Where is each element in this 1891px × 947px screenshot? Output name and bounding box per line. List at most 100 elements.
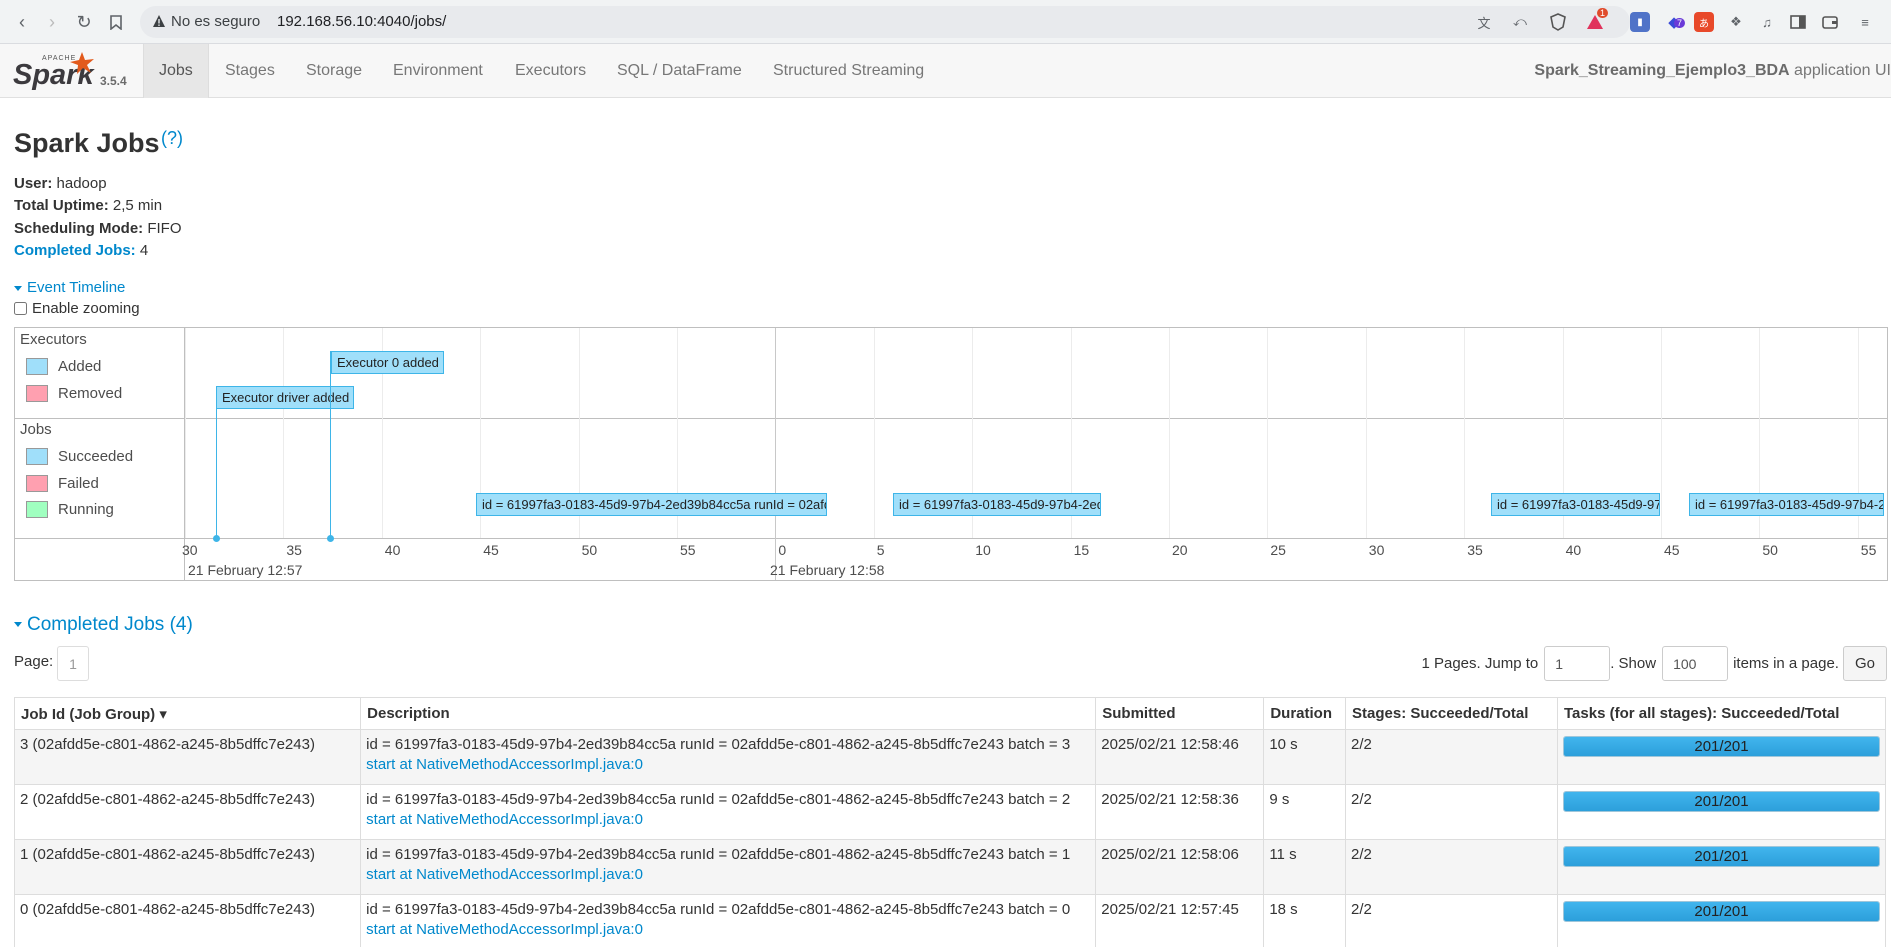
completed-jobs-table: Job Id (Job Group) ▾ Description Submitt… (13, 697, 1886, 947)
brave-shield-icon[interactable] (1548, 12, 1568, 32)
extensions-puzzle-icon[interactable]: ❖ (1726, 12, 1746, 32)
page-number-button[interactable]: 1 (57, 646, 89, 681)
table-row[interactable]: 2 (02afdd5e-c801-4862-a245-8b5dffc7e243)… (13, 784, 1886, 840)
sidebar-icon[interactable] (1788, 12, 1808, 32)
jobs-group-label: Jobs (20, 421, 52, 438)
job-event-2[interactable]: id = 61997fa3-0183-45d9-97 (1491, 493, 1660, 516)
pagination-controls: 1 Pages. Jump to . Show items in a page.… (1421, 646, 1887, 681)
executor-driver-added-event[interactable]: Executor driver added (216, 386, 354, 409)
description-cell: id = 61997fa3-0183-45d9-97b4-2ed39b84cc5… (360, 729, 1097, 785)
jump-to-page-input[interactable] (1544, 646, 1611, 681)
col-stages[interactable]: Stages: Succeeded/Total (1345, 697, 1558, 730)
job-detail-link[interactable]: start at NativeMethodAccessorImpl.java:0 (366, 866, 1090, 883)
browser-toolbar: ‹ › ↻ No es seguro 192.168.56.10:4040/jo… (0, 0, 1891, 44)
url-text[interactable]: 192.168.56.10:4040/jobs/ (277, 13, 446, 30)
completed-jobs-link[interactable]: Completed Jobs: (14, 242, 136, 259)
event-timeline-toggle[interactable]: Event Timeline (14, 279, 125, 296)
col-duration[interactable]: Duration (1263, 697, 1346, 730)
enable-zooming[interactable]: Enable zooming (14, 300, 140, 317)
axis-tick-label: 40 (384, 542, 401, 558)
legend-failed-swatch (26, 475, 48, 492)
legend-running-swatch (26, 501, 48, 518)
tab-sql-dataframe[interactable]: SQL / DataFrame (602, 44, 757, 98)
share-icon[interactable]: ⤺ (1510, 12, 1530, 32)
menu-icon[interactable]: ≡ (1855, 12, 1875, 32)
enable-zooming-checkbox[interactable] (14, 302, 27, 315)
stages-cell: 2/2 (1345, 894, 1558, 947)
tab-environment[interactable]: Environment (378, 44, 498, 98)
timeline-canvas[interactable]: Executor driver added Executor 0 added i… (182, 328, 1887, 580)
col-tasks[interactable]: Tasks (for all stages): Succeeded/Total (1557, 697, 1886, 730)
axis-major-label: 21 February 12:58 (770, 562, 885, 578)
job-id-cell: 3 (02afdd5e-c801-4862-a245-8b5dffc7e243) (13, 729, 362, 785)
executor-0-added-event[interactable]: Executor 0 added (331, 351, 444, 374)
col-job-id[interactable]: Job Id (Job Group) ▾ (13, 697, 362, 730)
tab-stages[interactable]: Stages (210, 44, 290, 98)
security-label[interactable]: No es seguro (171, 13, 260, 30)
col-description[interactable]: Description (360, 697, 1097, 730)
table-row[interactable]: 3 (02afdd5e-c801-4862-a245-8b5dffc7e243)… (13, 729, 1886, 785)
extension-translate-icon[interactable]: あ (1694, 12, 1714, 32)
uptime-info: Total Uptime: 2,5 min (14, 197, 163, 214)
job-description: id = 61997fa3-0183-45d9-97b4-2ed39b84cc5… (366, 791, 1071, 808)
tab-storage[interactable]: Storage (291, 44, 377, 98)
event-timeline[interactable]: Executors Added Removed Jobs Succeeded F… (14, 327, 1888, 581)
grid-line (283, 328, 285, 538)
table-header-row: Job Id (Job Group) ▾ Description Submitt… (13, 697, 1886, 730)
grid-line (1267, 328, 1269, 538)
tasks-progress-bar: 201/201 (1563, 791, 1880, 812)
address-bar[interactable]: No es seguro 192.168.56.10:4040/jobs/ (140, 6, 1630, 38)
job-event-1[interactable]: id = 61997fa3-0183-45d9-97b4-2ed (893, 493, 1101, 516)
completed-jobs-toggle[interactable]: Completed Jobs (4) (14, 614, 193, 636)
col-submitted[interactable]: Submitted (1095, 697, 1265, 730)
description-cell: id = 61997fa3-0183-45d9-97b4-2ed39b84cc5… (360, 894, 1097, 947)
axis-tick-label: 35 (286, 542, 302, 558)
back-icon[interactable]: ‹ (10, 10, 34, 34)
axis-tick-label: 55 (680, 542, 696, 558)
bookmark-icon[interactable] (104, 10, 128, 34)
tab-jobs[interactable]: Jobs (143, 44, 209, 98)
table-row[interactable]: 1 (02afdd5e-c801-4862-a245-8b5dffc7e243)… (13, 839, 1886, 895)
tasks-cell: 201/201 (1557, 729, 1886, 785)
tasks-progress-bar: 201/201 (1563, 901, 1880, 922)
go-button[interactable]: Go (1842, 646, 1887, 681)
tasks-cell: 201/201 (1557, 839, 1886, 895)
job-event-0[interactable]: id = 61997fa3-0183-45d9-97b4-2ed39b84cc5… (476, 493, 827, 516)
job-detail-link[interactable]: start at NativeMethodAccessorImpl.java:0 (366, 811, 1090, 828)
legend-removed-swatch (26, 385, 48, 402)
executor-driver-dot (213, 535, 220, 542)
wallet-icon[interactable] (1820, 12, 1840, 32)
tasks-cell: 201/201 (1557, 784, 1886, 840)
job-id-cell: 0 (02afdd5e-c801-4862-a245-8b5dffc7e243) (13, 894, 362, 947)
rewards-icon[interactable]: 1 (1585, 8, 1609, 32)
user-info: User: hadoop (14, 175, 107, 192)
executors-group-label: Executors (20, 331, 87, 348)
tab-executors[interactable]: Executors (500, 44, 601, 98)
job-detail-link[interactable]: start at NativeMethodAccessorImpl.java:0 (366, 756, 1090, 773)
extension-graduation-icon[interactable]: ◆ 7 (1664, 12, 1686, 32)
job-detail-link[interactable]: start at NativeMethodAccessorImpl.java:0 (366, 921, 1090, 938)
scheduling-mode-info: Scheduling Mode: FIFO (14, 220, 182, 237)
progress-text: 201/201 (1694, 793, 1749, 810)
axis-tick-label: 5 (876, 542, 885, 558)
axis-major-label: 21 February 12:57 (188, 562, 303, 578)
forward-icon[interactable]: › (40, 10, 64, 34)
progress-text: 201/201 (1694, 903, 1749, 920)
extension-bookmark-icon[interactable]: ▮ (1630, 12, 1650, 32)
job-description: id = 61997fa3-0183-45d9-97b4-2ed39b84cc5… (366, 846, 1071, 863)
page-size-input[interactable] (1662, 646, 1729, 681)
spark-logo[interactable]: APACHE Spark (12, 48, 96, 92)
legend-succeeded-label: Succeeded (58, 448, 134, 465)
tab-structured-streaming[interactable]: Structured Streaming (758, 44, 939, 98)
table-row[interactable]: 0 (02afdd5e-c801-4862-a245-8b5dffc7e243)… (13, 894, 1886, 947)
executor-0-line (330, 351, 331, 538)
reload-icon[interactable]: ↻ (72, 10, 96, 34)
axis-tick-label: 20 (1172, 542, 1188, 558)
axis-tick-label: 50 (581, 542, 598, 558)
submitted-cell: 2025/02/21 12:57:45 (1095, 894, 1265, 947)
media-icon[interactable]: ♫ (1757, 12, 1777, 32)
axis-tick-label: 50 (1762, 542, 1778, 558)
help-link[interactable]: (?) (161, 128, 183, 149)
job-event-3[interactable]: id = 61997fa3-0183-45d9-97b4-2 (1689, 493, 1884, 516)
translate-icon[interactable]: 文 (1474, 12, 1494, 32)
